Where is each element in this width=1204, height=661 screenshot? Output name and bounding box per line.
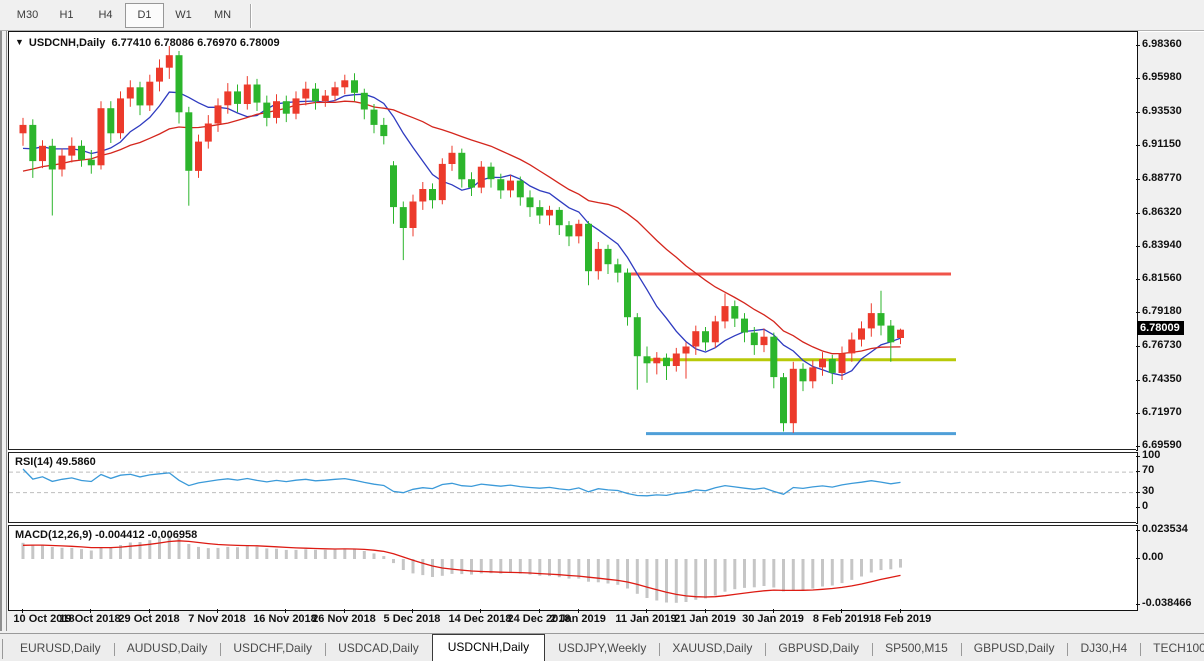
tab-bar-gripper <box>2 639 3 659</box>
mt4-window: M30H1H4D1W1MN ▼ USDCNH,Daily 6.77410 6.78… <box>0 0 1204 661</box>
timeframe-button-m30[interactable]: M30 <box>8 3 47 28</box>
pane-splitter-macd[interactable] <box>8 522 1136 526</box>
chart-collapse-icon[interactable]: ▼ <box>15 37 24 47</box>
date-axis-tick <box>149 609 150 613</box>
date-axis-tick <box>900 609 901 613</box>
macd-axis-tick <box>1136 604 1140 605</box>
date-axis-tick <box>22 609 23 613</box>
price-axis-label: 6.86320 <box>1142 206 1182 218</box>
price-axis-label: 6.91150 <box>1142 138 1181 150</box>
sma-8-line <box>23 92 901 375</box>
price-axis-tick <box>1136 112 1140 113</box>
current-price-marker: 6.78009 <box>1137 321 1184 335</box>
chart-title: ▼ USDCNH,Daily 6.77410 6.78086 6.76970 6.… <box>15 37 280 49</box>
candlestick-chart[interactable] <box>9 32 1137 450</box>
timeframe-button-w1[interactable]: W1 <box>164 3 203 28</box>
price-axis-tick <box>1136 246 1140 247</box>
timeframe-buttons: M30H1H4D1W1MN <box>8 3 251 28</box>
rsi-axis-tick <box>1136 471 1140 472</box>
chart-tab-usdchf-daily[interactable]: USDCHF,Daily <box>220 636 325 661</box>
date-axis-tick <box>90 609 91 613</box>
macd-axis-tick <box>1136 558 1140 559</box>
toolbar-separator <box>250 4 251 28</box>
timeframe-toolbar: M30H1H4D1W1MN <box>0 0 1204 31</box>
rsi-axis-label: 30 <box>1142 485 1154 497</box>
price-axis-tick <box>1136 145 1140 146</box>
price-axis-label: 6.88770 <box>1142 172 1182 184</box>
window-left-edge <box>0 31 7 631</box>
date-axis-tick <box>578 609 579 613</box>
date-axis-label: 18 Feb 2019 <box>858 613 942 625</box>
rsi-axis-tick <box>1136 456 1140 457</box>
chart-tab-audusd-daily[interactable]: AUDUSD,Daily <box>114 636 221 661</box>
price-axis-label: 6.81560 <box>1142 272 1182 284</box>
price-chart-pane[interactable]: ▼ USDCNH,Daily 6.77410 6.78086 6.76970 6.… <box>8 31 1138 451</box>
chart-tab-usdcnh-daily[interactable]: USDCNH,Daily <box>432 634 545 661</box>
price-axis-label: 6.71970 <box>1142 406 1182 418</box>
chart-tab-eurusd-daily[interactable]: EURUSD,Daily <box>7 636 114 661</box>
date-axis-tick <box>705 609 706 613</box>
rsi-axis-tick <box>1136 492 1140 493</box>
chart-tab-xauusd-daily[interactable]: XAUUSD,Daily <box>659 636 765 661</box>
rsi-chart[interactable] <box>9 453 1137 523</box>
price-axis-tick <box>1136 213 1140 214</box>
price-axis-label: 6.83940 <box>1142 239 1182 251</box>
price-axis-label: 6.95980 <box>1142 71 1182 83</box>
chart-tab-usdjpy-weekly[interactable]: USDJPY,Weekly <box>545 636 659 661</box>
chart-tab-usdcad-daily[interactable]: USDCAD,Daily <box>325 636 432 661</box>
timeframe-button-mn[interactable]: MN <box>203 3 242 28</box>
macd-axis-tick <box>1136 530 1140 531</box>
date-axis-tick <box>773 609 774 613</box>
rsi-pane[interactable]: RSI(14) 49.5860 <box>8 452 1138 524</box>
date-axis-tick <box>412 609 413 613</box>
price-axis-label: 6.76730 <box>1142 339 1182 351</box>
price-axis-tick <box>1136 413 1140 414</box>
chart-tab-bar: EURUSD,DailyAUDUSD,DailyUSDCHF,DailyUSDC… <box>0 633 1204 661</box>
date-axis-tick <box>217 609 218 613</box>
chart-tab-sp500-m15[interactable]: SP500,M15 <box>872 636 961 661</box>
price-axis-tick <box>1136 380 1140 381</box>
date-axis-tick <box>646 609 647 613</box>
price-axis-label: 6.74350 <box>1142 373 1182 385</box>
price-axis-tick <box>1136 446 1140 447</box>
rsi-axis-tick <box>1136 507 1140 508</box>
chart-title-ohlc: 6.77410 6.78086 6.76970 6.78009 <box>111 37 279 49</box>
chart-tab-gbpusd-daily[interactable]: GBPUSD,Daily <box>765 636 872 661</box>
timeframe-button-d1[interactable]: D1 <box>125 3 164 28</box>
rsi-axis-label: 70 <box>1142 464 1154 476</box>
rsi-axis-label: 0 <box>1142 500 1148 512</box>
rsi-axis-label: 100 <box>1142 449 1160 461</box>
rsi-line <box>23 469 901 496</box>
date-axis-tick <box>841 609 842 613</box>
macd-label: MACD(12,26,9) -0.004412 -0.006958 <box>15 529 197 541</box>
price-axis-tick <box>1136 279 1140 280</box>
chart-tab-gbpusd-daily[interactable]: GBPUSD,Daily <box>961 636 1068 661</box>
chart-tab-dj30-h4[interactable]: DJ30,H4 <box>1067 636 1140 661</box>
price-axis-tick <box>1136 179 1140 180</box>
rsi-label: RSI(14) 49.5860 <box>15 456 96 468</box>
date-axis-tick <box>480 609 481 613</box>
macd-axis-label: -0.038466 <box>1142 597 1192 609</box>
price-axis-label: 6.98360 <box>1142 38 1182 50</box>
date-axis-tick <box>344 609 345 613</box>
price-axis-tick <box>1136 78 1140 79</box>
macd-pane[interactable]: MACD(12,26,9) -0.004412 -0.006958 <box>8 525 1138 611</box>
date-axis-tick <box>285 609 286 613</box>
chart-title-symbol: USDCNH,Daily <box>29 37 105 49</box>
chart-tab-tech100-[interactable]: TECH100, <box>1140 636 1204 661</box>
price-axis-tick <box>1136 346 1140 347</box>
pane-splitter-rsi[interactable] <box>8 449 1136 453</box>
timeframe-button-h4[interactable]: H4 <box>86 3 125 28</box>
timeframe-button-h1[interactable]: H1 <box>47 3 86 28</box>
price-axis-label: 6.93530 <box>1142 105 1182 117</box>
price-axis-tick <box>1136 45 1140 46</box>
price-axis-tick <box>1136 312 1140 313</box>
macd-axis-label: 0.00 <box>1142 551 1163 563</box>
sma-21-line <box>23 101 901 354</box>
macd-axis-label: 0.023534 <box>1142 523 1188 535</box>
price-axis-label: 6.79180 <box>1142 305 1182 317</box>
